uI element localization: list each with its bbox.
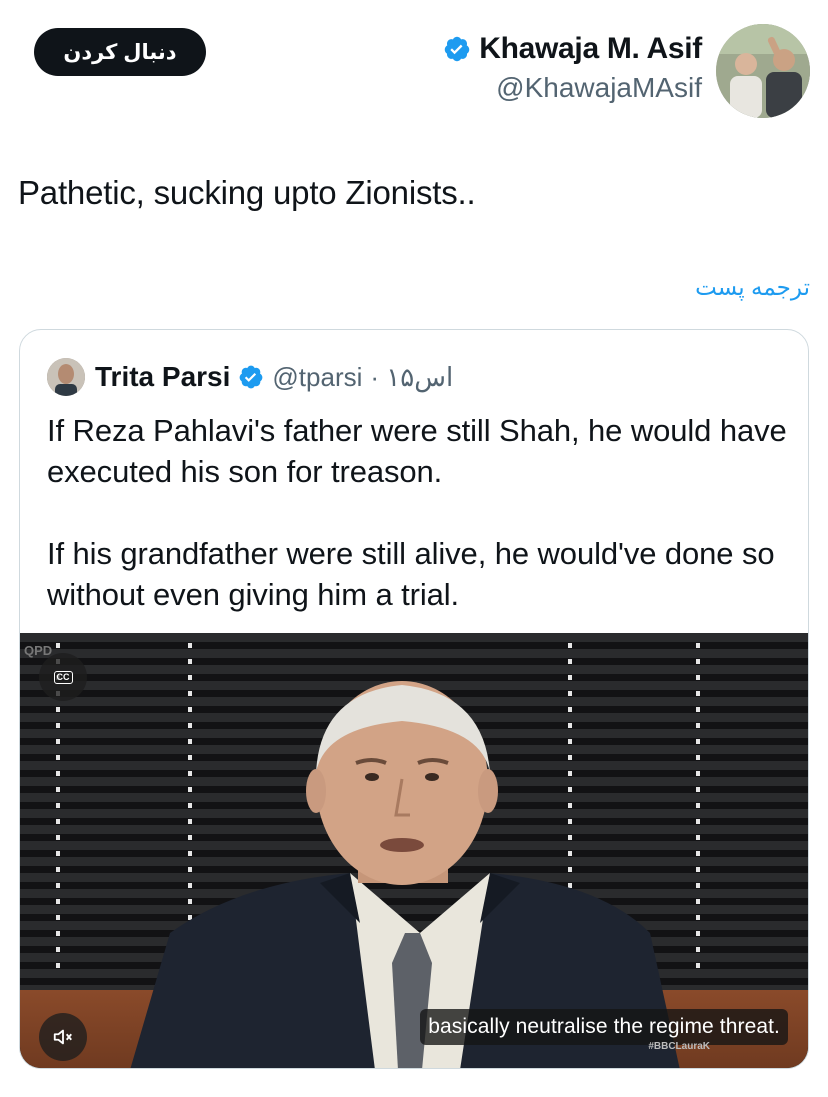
mute-button[interactable] [39,1013,87,1061]
author-name-row: Khawaja M. Asif [443,32,702,66]
video-hashtag: #BBCLauraK [648,1041,710,1052]
video-caption: basically neutralise the regime threat. [420,1009,788,1045]
avatar-photo-icon [47,358,85,396]
author-info: Khawaja M. Asif @KhawajaMAsif [443,32,702,104]
speaker-figure [130,681,680,1068]
translate-post-link[interactable]: ترجمه پست [695,274,810,301]
quoted-tweet-header: Trita Parsi @tparsi · ۱۵اس [47,358,453,396]
tweet-text: Pathetic, sucking upto Zionists.. [18,174,476,211]
quoted-tweet[interactable]: Trita Parsi @tparsi · ۱۵اس If Reza Pahla… [19,329,809,1069]
quoted-author-avatar[interactable] [47,358,85,396]
quoted-tweet-time[interactable]: · ۱۵اس [370,362,453,393]
author-display-name[interactable]: Khawaja M. Asif [479,32,702,66]
closed-captions-button[interactable]: CC [39,653,87,701]
author-handle[interactable]: @KhawajaMAsif [443,72,702,104]
quoted-author-handle[interactable]: @tparsi [272,362,362,393]
closed-captions-icon: CC [53,670,73,684]
quoted-paragraph-1: If Reza Pahlavi's father were still Shah… [47,413,787,489]
avatar-photo-icon [716,24,810,118]
follow-button[interactable]: دنبال کردن [34,28,206,76]
verified-badge-icon [240,365,263,389]
speaker-muted-icon [53,1029,72,1045]
video-player[interactable]: QPD CC basically neutralise the regime t… [20,633,808,1068]
quoted-author-name[interactable]: Trita Parsi [95,361,230,393]
quoted-tweet-text: If Reza Pahlavi's father were still Shah… [47,410,787,615]
quoted-paragraph-2: If his grandfather were still alive, he … [47,536,775,612]
tweet-author: Khawaja M. Asif @KhawajaMAsif [443,24,810,122]
video-watermark: QPD [24,643,53,658]
verified-badge-icon [444,36,470,62]
author-avatar[interactable] [716,24,810,118]
